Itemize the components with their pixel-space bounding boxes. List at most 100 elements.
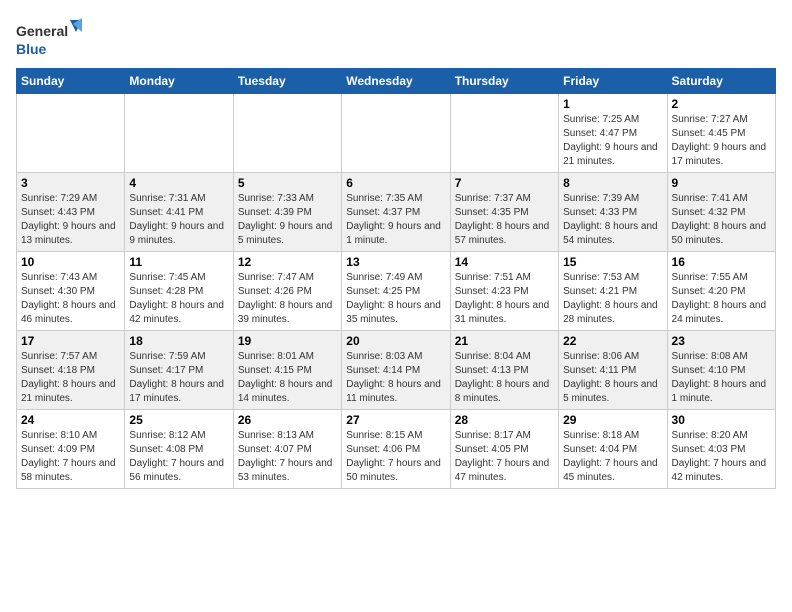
day-number: 26 — [238, 413, 337, 427]
calendar-day-header: Monday — [125, 69, 233, 94]
calendar-week-row: 24Sunrise: 8:10 AM Sunset: 4:09 PM Dayli… — [17, 410, 776, 489]
day-info: Sunrise: 7:27 AM Sunset: 4:45 PM Dayligh… — [672, 113, 771, 169]
logo-svg: General Blue — [16, 16, 86, 64]
day-number: 29 — [563, 413, 662, 427]
calendar-day-header: Friday — [559, 69, 667, 94]
day-number: 2 — [672, 97, 771, 111]
day-number: 10 — [21, 255, 120, 269]
calendar-cell: 29 Sunrise: 8:18 AM Sunset: 4:04 PM Dayli… — [559, 410, 667, 489]
day-number: 25 — [129, 413, 228, 427]
calendar-cell — [450, 94, 558, 173]
calendar-cell: 16 Sunrise: 7:55 AM Sunset: 4:20 PM Dayli… — [667, 252, 775, 331]
day-number: 12 — [238, 255, 337, 269]
day-info: Sunrise: 7:33 AM Sunset: 4:39 PM Dayligh… — [238, 192, 337, 248]
day-info: Sunrise: 7:29 AM Sunset: 4:43 PM Dayligh… — [21, 192, 120, 248]
page: General Blue SundayMondayTuesdayWednesda… — [0, 0, 792, 497]
calendar-cell: 27Sunrise: 8:15 AM Sunset: 4:06 PM Dayli… — [342, 410, 450, 489]
day-number: 11 — [129, 255, 228, 269]
day-number: 16 — [672, 255, 771, 269]
day-info: Sunrise: 7:49 AM Sunset: 4:25 PM Dayligh… — [346, 271, 445, 327]
day-info: Sunrise: 7:37 AM Sunset: 4:35 PM Dayligh… — [455, 192, 554, 248]
day-number: 1 — [563, 97, 662, 111]
calendar-cell — [17, 94, 125, 173]
calendar-cell: 5Sunrise: 7:33 AM Sunset: 4:39 PM Daylig… — [233, 173, 341, 252]
calendar-cell: 23 Sunrise: 8:08 AM Sunset: 4:10 PM Dayli… — [667, 331, 775, 410]
calendar-day-header: Tuesday — [233, 69, 341, 94]
day-info: Sunrise: 8:01 AM Sunset: 4:15 PM Dayligh… — [238, 350, 337, 406]
day-number: 18 — [129, 334, 228, 348]
day-number: 15 — [563, 255, 662, 269]
calendar-week-row: 1 Sunrise: 7:25 AM Sunset: 4:47 PM Daylig… — [17, 94, 776, 173]
calendar-cell: 4 Sunrise: 7:31 AM Sunset: 4:41 PM Daylig… — [125, 173, 233, 252]
calendar-cell: 13Sunrise: 7:49 AM Sunset: 4:25 PM Dayli… — [342, 252, 450, 331]
day-info: Sunrise: 8:20 AM Sunset: 4:03 PM Dayligh… — [672, 429, 771, 485]
calendar-cell: 8Sunrise: 7:39 AM Sunset: 4:33 PM Daylig… — [559, 173, 667, 252]
calendar-table: SundayMondayTuesdayWednesdayThursdayFrid… — [16, 68, 776, 489]
calendar-cell: 2 Sunrise: 7:27 AM Sunset: 4:45 PM Daylig… — [667, 94, 775, 173]
calendar-cell: 3 Sunrise: 7:29 AM Sunset: 4:43 PM Daylig… — [17, 173, 125, 252]
calendar-cell: 9Sunrise: 7:41 AM Sunset: 4:32 PM Daylig… — [667, 173, 775, 252]
day-info: Sunrise: 7:45 AM Sunset: 4:28 PM Dayligh… — [129, 271, 228, 327]
day-info: Sunrise: 8:06 AM Sunset: 4:11 PM Dayligh… — [563, 350, 662, 406]
svg-text:Blue: Blue — [16, 41, 47, 57]
day-number: 6 — [346, 176, 445, 190]
svg-text:General: General — [16, 23, 68, 39]
day-info: Sunrise: 7:55 AM Sunset: 4:20 PM Dayligh… — [672, 271, 771, 327]
day-number: 28 — [455, 413, 554, 427]
day-number: 21 — [455, 334, 554, 348]
calendar-cell: 18 Sunrise: 7:59 AM Sunset: 4:17 PM Dayli… — [125, 331, 233, 410]
day-number: 22 — [563, 334, 662, 348]
day-number: 30 — [672, 413, 771, 427]
day-info: Sunrise: 7:47 AM Sunset: 4:26 PM Dayligh… — [238, 271, 337, 327]
day-number: 23 — [672, 334, 771, 348]
calendar-cell: 1 Sunrise: 7:25 AM Sunset: 4:47 PM Daylig… — [559, 94, 667, 173]
day-info: Sunrise: 7:35 AM Sunset: 4:37 PM Dayligh… — [346, 192, 445, 248]
day-info: Sunrise: 8:08 AM Sunset: 4:10 PM Dayligh… — [672, 350, 771, 406]
day-info: Sunrise: 8:12 AM Sunset: 4:08 PM Dayligh… — [129, 429, 228, 485]
calendar-day-header: Thursday — [450, 69, 558, 94]
calendar-cell: 21 Sunrise: 8:04 AM Sunset: 4:13 PM Dayli… — [450, 331, 558, 410]
day-number: 17 — [21, 334, 120, 348]
calendar-cell: 12 Sunrise: 7:47 AM Sunset: 4:26 PM Dayli… — [233, 252, 341, 331]
day-info: Sunrise: 8:15 AM Sunset: 4:06 PM Dayligh… — [346, 429, 445, 485]
calendar-day-header: Wednesday — [342, 69, 450, 94]
day-info: Sunrise: 8:10 AM Sunset: 4:09 PM Dayligh… — [21, 429, 120, 485]
calendar-cell: 20 Sunrise: 8:03 AM Sunset: 4:14 PM Dayli… — [342, 331, 450, 410]
day-number: 19 — [238, 334, 337, 348]
day-number: 20 — [346, 334, 445, 348]
day-info: Sunrise: 8:18 AM Sunset: 4:04 PM Dayligh… — [563, 429, 662, 485]
day-info: Sunrise: 7:25 AM Sunset: 4:47 PM Dayligh… — [563, 113, 662, 169]
calendar-cell: 17 Sunrise: 7:57 AM Sunset: 4:18 PM Dayli… — [17, 331, 125, 410]
calendar-cell: 10 Sunrise: 7:43 AM Sunset: 4:30 PM Dayli… — [17, 252, 125, 331]
calendar-cell: 22 Sunrise: 8:06 AM Sunset: 4:11 PM Dayli… — [559, 331, 667, 410]
day-number: 4 — [129, 176, 228, 190]
day-info: Sunrise: 7:31 AM Sunset: 4:41 PM Dayligh… — [129, 192, 228, 248]
day-info: Sunrise: 7:43 AM Sunset: 4:30 PM Dayligh… — [21, 271, 120, 327]
calendar-cell: 7 Sunrise: 7:37 AM Sunset: 4:35 PM Daylig… — [450, 173, 558, 252]
day-info: Sunrise: 8:03 AM Sunset: 4:14 PM Dayligh… — [346, 350, 445, 406]
day-info: Sunrise: 7:53 AM Sunset: 4:21 PM Dayligh… — [563, 271, 662, 327]
calendar-day-header: Sunday — [17, 69, 125, 94]
calendar-cell — [342, 94, 450, 173]
calendar-cell: 30 Sunrise: 8:20 AM Sunset: 4:03 PM Dayli… — [667, 410, 775, 489]
calendar-cell: 14Sunrise: 7:51 AM Sunset: 4:23 PM Dayli… — [450, 252, 558, 331]
day-number: 9 — [672, 176, 771, 190]
calendar-week-row: 10 Sunrise: 7:43 AM Sunset: 4:30 PM Dayli… — [17, 252, 776, 331]
calendar-cell — [233, 94, 341, 173]
day-number: 7 — [455, 176, 554, 190]
calendar-cell: 15 Sunrise: 7:53 AM Sunset: 4:21 PM Dayli… — [559, 252, 667, 331]
day-number: 3 — [21, 176, 120, 190]
day-info: Sunrise: 8:17 AM Sunset: 4:05 PM Dayligh… — [455, 429, 554, 485]
calendar-cell: 26Sunrise: 8:13 AM Sunset: 4:07 PM Dayli… — [233, 410, 341, 489]
calendar-cell: 11 Sunrise: 7:45 AM Sunset: 4:28 PM Dayli… — [125, 252, 233, 331]
calendar-cell: 19 Sunrise: 8:01 AM Sunset: 4:15 PM Dayli… — [233, 331, 341, 410]
day-number: 8 — [563, 176, 662, 190]
day-info: Sunrise: 7:57 AM Sunset: 4:18 PM Dayligh… — [21, 350, 120, 406]
calendar-day-header: Saturday — [667, 69, 775, 94]
day-info: Sunrise: 7:51 AM Sunset: 4:23 PM Dayligh… — [455, 271, 554, 327]
calendar-week-row: 3 Sunrise: 7:29 AM Sunset: 4:43 PM Daylig… — [17, 173, 776, 252]
day-info: Sunrise: 8:04 AM Sunset: 4:13 PM Dayligh… — [455, 350, 554, 406]
logo: General Blue — [16, 16, 86, 64]
calendar-cell — [125, 94, 233, 173]
day-info: Sunrise: 7:59 AM Sunset: 4:17 PM Dayligh… — [129, 350, 228, 406]
